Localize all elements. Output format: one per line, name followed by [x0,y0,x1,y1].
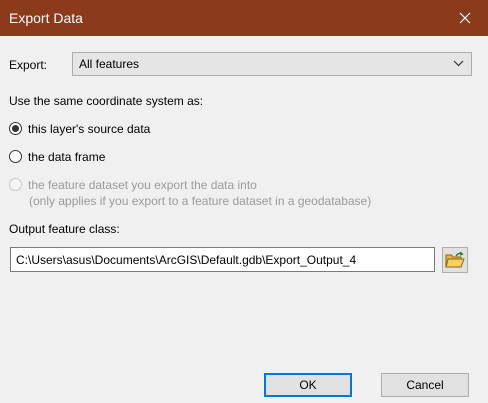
window-title: Export Data [9,10,83,26]
output-feature-class-label: Output feature class: [9,222,120,236]
radio-label-feature-dataset: the feature dataset you export the data … [28,178,257,192]
close-icon [459,12,471,24]
browse-button[interactable] [442,247,468,273]
ok-button[interactable]: OK [264,373,352,397]
radio-label-source-data: this layer's source data [28,122,151,136]
output-feature-class-field[interactable] [10,247,435,272]
cancel-button[interactable]: Cancel [381,373,469,397]
radio-button-feature-dataset [9,178,22,191]
export-label: Export: [9,58,48,72]
export-dropdown[interactable]: All features [72,52,472,76]
radio-label-data-frame: the data frame [28,150,106,164]
close-button[interactable] [442,0,488,36]
radio-button-data-frame[interactable] [9,150,22,163]
open-folder-icon [445,251,465,269]
feature-dataset-note: (only applies if you export to a feature… [29,194,372,208]
title-bar: Export Data [0,0,488,36]
radio-button-source-data[interactable] [9,122,22,135]
coordinate-system-heading: Use the same coordinate system as: [9,94,204,108]
export-selected-value: All features [79,57,140,71]
chevron-down-icon [453,60,464,67]
